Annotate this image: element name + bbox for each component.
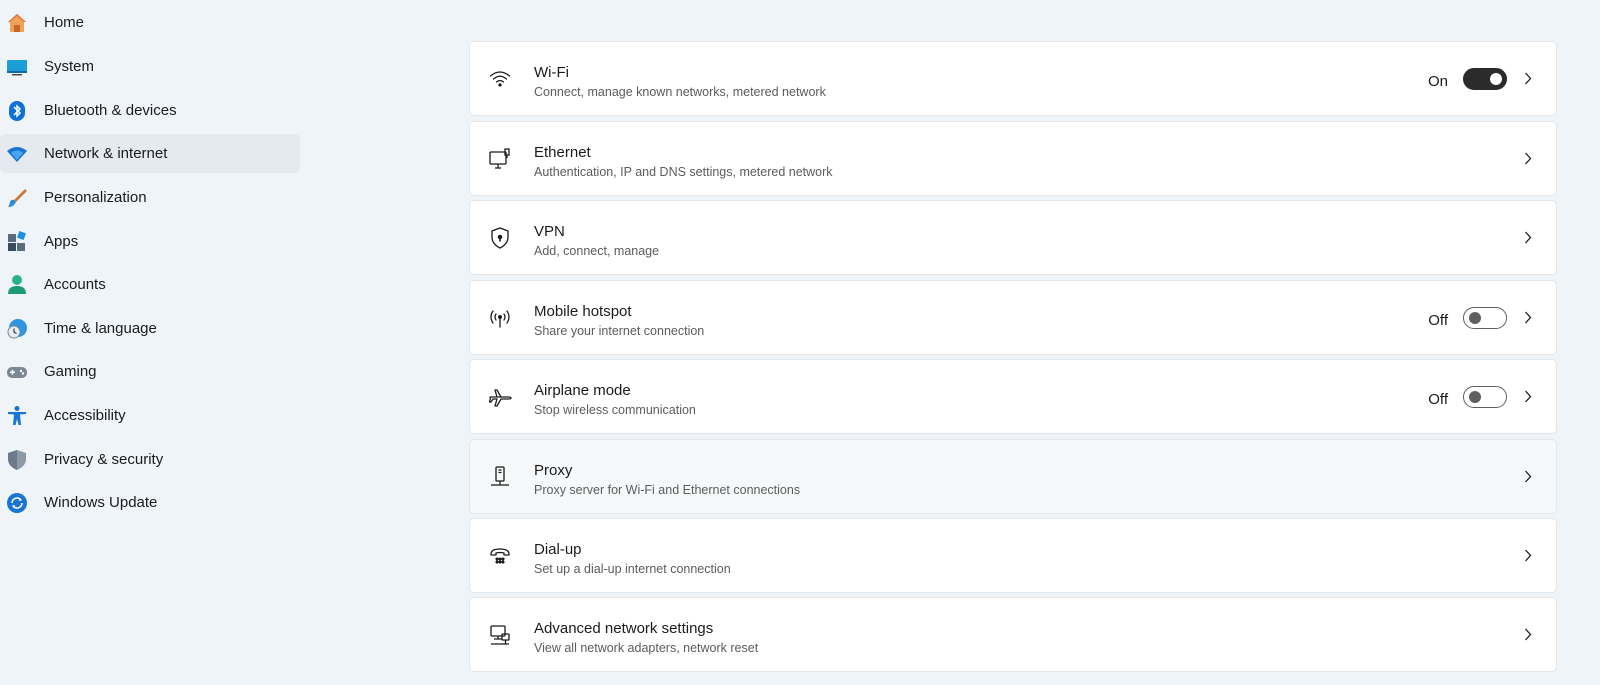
sidebar-item-label: Personalization xyxy=(44,189,147,206)
person-icon xyxy=(6,274,28,296)
update-icon xyxy=(6,492,28,514)
proxy-card[interactable]: Proxy Proxy server for Wi-Fi and Etherne… xyxy=(469,439,1557,514)
sidebar-item-label: Windows Update xyxy=(44,494,158,511)
dial-up-card[interactable]: Dial-up Set up a dial-up internet connec… xyxy=(469,518,1557,593)
chevron-right-icon xyxy=(1520,547,1536,563)
card-title: VPN xyxy=(534,223,565,240)
sidebar-item-label: Privacy & security xyxy=(44,451,164,468)
sidebar-item-home[interactable]: Home xyxy=(0,3,300,42)
toggle-knob xyxy=(1490,73,1502,85)
home-icon xyxy=(6,12,28,34)
sidebar-item-apps[interactable]: Apps xyxy=(0,222,300,261)
toggle-state-label: Off xyxy=(1428,391,1448,408)
advanced-network-settings-card[interactable]: Advanced network settings View all netwo… xyxy=(469,597,1557,672)
wifi-card[interactable]: Wi-Fi Connect, manage known networks, me… xyxy=(469,41,1557,116)
advanced-network-icon xyxy=(488,623,512,647)
accessibility-icon xyxy=(6,405,28,427)
proxy-icon xyxy=(488,465,512,489)
toggle-state-label: On xyxy=(1427,73,1448,90)
sidebar-item-gaming[interactable]: Gaming xyxy=(0,352,300,391)
chevron-right-icon xyxy=(1520,70,1536,86)
apps-icon xyxy=(6,230,28,253)
sidebar-item-label: Gaming xyxy=(44,363,97,380)
wifi-toggle[interactable] xyxy=(1463,68,1507,90)
sidebar-item-privacy[interactable]: Privacy & security xyxy=(0,440,300,479)
chevron-right-icon xyxy=(1520,150,1536,166)
gamepad-icon xyxy=(6,361,28,383)
card-title: Dial-up xyxy=(534,541,582,558)
airplane-icon xyxy=(488,385,512,409)
sidebar-item-label: Network & internet xyxy=(44,145,168,162)
sidebar-item-label: System xyxy=(44,58,95,75)
network-icon xyxy=(6,143,28,165)
card-title: Proxy xyxy=(534,462,573,479)
card-title: Mobile hotspot xyxy=(534,303,632,320)
chevron-right-icon xyxy=(1520,388,1536,404)
dialup-icon xyxy=(488,544,512,568)
card-title: Airplane mode xyxy=(534,382,631,399)
card-subtitle: Proxy server for Wi-Fi and Ethernet conn… xyxy=(534,483,801,497)
sidebar-item-label: Accessibility xyxy=(44,407,126,424)
sidebar-item-label: Home xyxy=(44,14,85,31)
sidebar-item-bluetooth[interactable]: Bluetooth & devices xyxy=(0,91,300,130)
sidebar-item-label: Bluetooth & devices xyxy=(44,102,177,119)
card-subtitle: Stop wireless communication xyxy=(534,403,696,417)
clock-globe-icon xyxy=(6,318,28,340)
mobile-hotspot-toggle[interactable] xyxy=(1463,307,1507,329)
card-title: Advanced network settings xyxy=(534,620,714,637)
sidebar-item-system[interactable]: System xyxy=(0,47,300,86)
sidebar-nav: Home System Bluetooth & devices Network … xyxy=(0,0,300,685)
sidebar-item-time-language[interactable]: Time & language xyxy=(0,309,300,348)
system-icon xyxy=(6,56,28,78)
sidebar-item-network[interactable]: Network & internet xyxy=(0,134,300,173)
chevron-right-icon xyxy=(1520,626,1536,642)
card-title: Ethernet xyxy=(534,144,591,161)
mobile-hotspot-card[interactable]: Mobile hotspot Share your internet conne… xyxy=(469,280,1557,355)
card-subtitle: Set up a dial-up internet connection xyxy=(534,562,731,576)
chevron-right-icon xyxy=(1520,229,1536,245)
sidebar-item-label: Apps xyxy=(44,233,79,250)
toggle-state-label: Off xyxy=(1428,312,1448,329)
card-subtitle: Share your internet connection xyxy=(534,324,705,338)
ethernet-icon xyxy=(488,147,512,171)
card-subtitle: View all network adapters, network reset xyxy=(534,641,759,655)
airplane-mode-toggle[interactable] xyxy=(1463,386,1507,408)
brush-icon xyxy=(6,187,28,209)
wifi-icon xyxy=(488,67,512,91)
toggle-knob xyxy=(1469,391,1481,403)
sidebar-item-label: Time & language xyxy=(44,320,157,337)
sidebar-item-windows-update[interactable]: Windows Update xyxy=(0,483,300,522)
card-subtitle: Connect, manage known networks, metered … xyxy=(534,85,826,99)
sidebar-item-accessibility[interactable]: Accessibility xyxy=(0,396,300,435)
hotspot-icon xyxy=(488,306,512,330)
chevron-right-icon xyxy=(1520,468,1536,484)
vpn-card[interactable]: VPN Add, connect, manage xyxy=(469,200,1557,275)
bluetooth-icon xyxy=(6,100,28,122)
airplane-mode-card[interactable]: Airplane mode Stop wireless communicatio… xyxy=(469,359,1557,434)
shield-icon xyxy=(6,449,28,471)
sidebar-item-label: Accounts xyxy=(44,276,106,293)
card-subtitle: Add, connect, manage xyxy=(534,244,660,258)
sidebar-item-personalization[interactable]: Personalization xyxy=(0,178,300,217)
ethernet-card[interactable]: Ethernet Authentication, IP and DNS sett… xyxy=(469,121,1557,196)
sidebar-item-accounts[interactable]: Accounts xyxy=(0,265,300,304)
card-title: Wi-Fi xyxy=(534,64,569,81)
chevron-right-icon xyxy=(1520,309,1536,325)
vpn-shield-icon xyxy=(488,226,512,250)
card-subtitle: Authentication, IP and DNS settings, met… xyxy=(534,165,833,179)
toggle-knob xyxy=(1469,312,1481,324)
